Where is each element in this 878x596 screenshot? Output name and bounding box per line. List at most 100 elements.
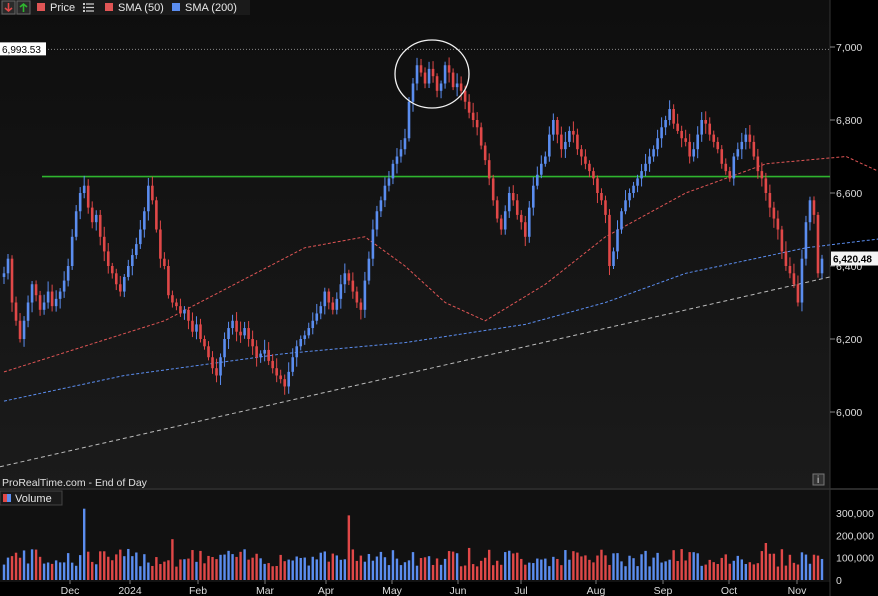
candle-body (548, 134, 551, 157)
volume-bar (720, 557, 723, 580)
candle-body (632, 185, 635, 193)
candle-body (604, 200, 607, 215)
volume-bar (82, 508, 86, 580)
volume-bar (91, 561, 94, 580)
candle-body (616, 229, 619, 252)
volume-bar (26, 563, 30, 580)
candle-body (648, 156, 651, 164)
volume-bar (431, 564, 435, 580)
volume-bar (247, 559, 250, 580)
candle-body (331, 302, 335, 310)
volume-bar (744, 564, 748, 580)
time-tick-label: Jun (450, 585, 467, 596)
candle-body (187, 309, 190, 321)
info-icon[interactable]: i (812, 473, 825, 486)
candle-body (644, 163, 647, 172)
volume-bar (732, 560, 735, 580)
candle-body (552, 120, 555, 135)
volume-bar (784, 565, 788, 580)
volume-bar (475, 566, 479, 580)
candle-body (339, 284, 343, 299)
candle-body (70, 236, 74, 266)
candle-body (255, 346, 258, 358)
candle-body (812, 200, 816, 215)
candle-body (596, 178, 599, 193)
candle-body (383, 185, 387, 201)
candle-body (491, 178, 495, 201)
volume-bar (115, 554, 118, 580)
volume-bar (175, 566, 178, 580)
candle-body (808, 200, 812, 223)
volume-bar (696, 553, 699, 580)
candle-body (499, 218, 503, 230)
candle-body (668, 109, 671, 120)
volume-bar (14, 552, 18, 580)
candle-body (22, 320, 26, 339)
candle-body (592, 171, 595, 179)
candle-body (704, 120, 708, 124)
candle-body (387, 178, 391, 186)
volume-bar (163, 561, 166, 580)
volume-bar (544, 558, 547, 580)
candle-body (50, 291, 54, 307)
candle-body (451, 72, 455, 88)
volume-bar (10, 556, 14, 580)
volume-bar (259, 558, 262, 580)
volume-bar (267, 563, 270, 580)
volume-bar (70, 562, 74, 580)
volume-bar (656, 552, 659, 580)
candle-body (531, 185, 535, 208)
candle-body (515, 200, 519, 215)
candle-body (736, 149, 740, 157)
candle-body (732, 156, 736, 179)
volume-bar (552, 556, 555, 580)
volume-bar (820, 558, 824, 580)
volume-bar (700, 565, 703, 580)
time-tick-label: 2024 (118, 585, 142, 596)
candle-body (395, 156, 399, 164)
volume-bar (367, 553, 371, 580)
branding-text: ProRealTime.com - End of Day (2, 477, 148, 489)
volume-bar (111, 560, 114, 580)
volume-bar (74, 565, 78, 580)
volume-bar (536, 558, 539, 580)
volume-bar (504, 552, 507, 580)
candle-body (676, 123, 679, 131)
time-axis: Dec 2024 Feb Mar Apr May Jun Jul Aug Sep Oct Nov (61, 580, 807, 596)
candle-body (584, 156, 587, 164)
volume-bar (18, 557, 22, 580)
candle-body (163, 258, 166, 266)
volume-bar (688, 552, 691, 580)
candle-body (519, 214, 523, 223)
volume-bar (756, 563, 760, 580)
candle-body (796, 284, 800, 303)
candle-body (122, 276, 126, 292)
candle-body (259, 353, 262, 358)
candle-body (203, 339, 206, 347)
down-arrow-icon[interactable] (1, 0, 16, 15)
candle-body (319, 306, 323, 314)
volume-bar (816, 555, 820, 580)
up-arrow-icon[interactable] (16, 0, 31, 15)
volume-bar (227, 550, 230, 580)
volume-tick-label: 100,000 (836, 553, 874, 565)
volume-bar (636, 566, 639, 580)
volume-bar (423, 557, 427, 580)
volume-axis: 0 100,000 200,000 300,000 (836, 508, 874, 587)
candle-body (351, 280, 355, 292)
volume-bar (596, 555, 599, 580)
legend-bar: Price SMA (50) SMA (200) (0, 0, 250, 15)
volume-bar (295, 556, 298, 580)
candle-body (523, 222, 527, 237)
volume-bar (512, 553, 515, 580)
volume-bar (584, 555, 587, 580)
candle-body (600, 193, 603, 201)
volume-bar (403, 562, 407, 580)
candle-body (191, 320, 194, 332)
settings-list-icon[interactable] (83, 3, 94, 12)
volume-bar (147, 562, 150, 580)
volume-bar (38, 556, 42, 580)
volume-bar (203, 563, 206, 580)
volume-bar (58, 562, 62, 580)
volume-bar (54, 560, 58, 580)
